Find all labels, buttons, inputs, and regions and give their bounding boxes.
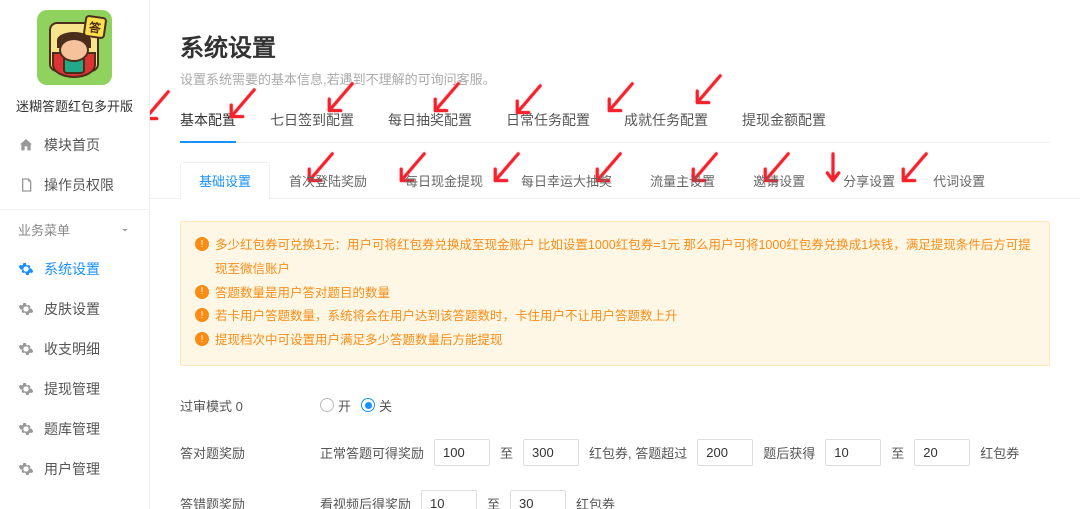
home-icon (18, 137, 34, 153)
biz-menu-label: 业务菜单 (18, 220, 70, 239)
logo-badge: 答 (83, 15, 108, 40)
text-prefix: 正常答题可得奖励 (320, 443, 424, 462)
text-to: 至 (487, 494, 500, 509)
logo-block: 答 迷糊答题红包多开版 (0, 10, 149, 125)
radio-review-on[interactable]: 开 (320, 396, 351, 415)
text-to: 至 (500, 443, 513, 462)
nav-withdraw-manage[interactable]: 提现管理 (0, 369, 149, 409)
app-logo: 答 (37, 10, 112, 85)
arrow-annotation-icon (150, 86, 174, 135)
nav-label: 皮肤设置 (44, 299, 100, 319)
chevron-down-icon (119, 224, 131, 236)
text-after: 题后获得 (763, 443, 815, 462)
tips-box: ! 多少红包券可兑换1元：用户可将红包券兑换成至现金账户 比如设置1000红包券=… (180, 221, 1050, 366)
subtab-pronoun[interactable]: 代词设置 (914, 162, 1004, 199)
subtab-share[interactable]: 分享设置 (824, 162, 914, 199)
subtab-first-login[interactable]: 首次登陆奖励 (270, 162, 386, 199)
nav-label: 收支明细 (44, 339, 100, 359)
radio-review-off[interactable]: 关 (361, 396, 392, 415)
subtab-daily-cash[interactable]: 每日现金提现 (386, 162, 502, 199)
nav-label: 操作员权限 (44, 175, 114, 195)
input-wrong-min[interactable] (421, 490, 477, 509)
label-wrong-reward: 答错题奖励 (180, 494, 320, 509)
sub-tabs: 基础设置 首次登陆奖励 每日现金提现 每日幸运大抽奖 流量主设置 邀请设置 分享… (150, 143, 1080, 199)
subtab-invite[interactable]: 邀请设置 (734, 162, 824, 199)
input-correct-min2[interactable] (825, 439, 881, 466)
nav-label: 用户管理 (44, 459, 100, 479)
biz-menu-header[interactable]: 业务菜单 (0, 209, 149, 249)
input-correct-min[interactable] (434, 439, 490, 466)
info-icon: ! (195, 332, 209, 346)
nav-label: 题库管理 (44, 419, 100, 439)
nav-system-settings[interactable]: 系统设置 (0, 249, 149, 289)
gear-icon (18, 261, 34, 277)
nav-module-home[interactable]: 模块首页 (0, 125, 149, 165)
tip-text: 答题数量是用户答对题目的数量 (215, 282, 390, 306)
tip-text: 多少红包券可兑换1元：用户可将红包券兑换成至现金账户 比如设置1000红包券=1… (215, 234, 1035, 282)
input-correct-threshold[interactable] (697, 439, 753, 466)
top-tabs: 基本配置 七日签到配置 每日抽奖配置 日常任务配置 成就任务配置 提现金额配置 (180, 110, 1050, 143)
tip-text: 若卡用户答题数量，系统将会在用户达到该答题数时，卡住用户不让用户答题数上升 (215, 305, 678, 329)
main: 系统设置 设置系统需要的基本信息,若遇到不理解的可询问客服。 基本配置 七日签到… (150, 0, 1080, 509)
tab-achievement-config[interactable]: 成就任务配置 (624, 110, 708, 142)
input-wrong-max[interactable] (510, 490, 566, 509)
subtab-basic[interactable]: 基础设置 (180, 162, 270, 199)
label-review-mode: 过审模式 0 (180, 396, 320, 415)
label-correct-reward: 答对题奖励 (180, 443, 320, 462)
text-to: 至 (891, 443, 904, 462)
subtab-daily-lucky[interactable]: 每日幸运大抽奖 (502, 162, 631, 199)
tip-text: 提现档次中可设置用户满足多少答题数量后方能提现 (215, 329, 503, 353)
sidebar: 答 迷糊答题红包多开版 模块首页 操作员权限 业务菜单 (0, 0, 150, 509)
tab-basic-config[interactable]: 基本配置 (180, 110, 236, 142)
tab-signin-config[interactable]: 七日签到配置 (270, 110, 354, 142)
text-suffix: 红包券 (576, 494, 615, 509)
input-correct-max2[interactable] (914, 439, 970, 466)
text-prefix: 看视频后得奖励 (320, 494, 411, 509)
gear-icon (18, 381, 34, 397)
tab-daily-task-config[interactable]: 日常任务配置 (506, 110, 590, 142)
text-mid: 红包券, 答题超过 (589, 443, 687, 462)
info-icon: ! (195, 285, 209, 299)
nav-user-manage[interactable]: 用户管理 (0, 449, 149, 489)
nav-question-bank[interactable]: 题库管理 (0, 409, 149, 449)
gear-icon (18, 301, 34, 317)
page-title: 系统设置 (180, 28, 1050, 63)
info-icon: ! (195, 237, 209, 251)
text-suffix: 红包券 (980, 443, 1019, 462)
nav-balance-detail[interactable]: 收支明细 (0, 329, 149, 369)
nav-skin-settings[interactable]: 皮肤设置 (0, 289, 149, 329)
page-subtitle: 设置系统需要的基本信息,若遇到不理解的可询问客服。 (180, 69, 1050, 88)
gear-icon (18, 461, 34, 477)
note-icon (18, 177, 34, 193)
nav-operator-permission[interactable]: 操作员权限 (0, 165, 149, 205)
gear-icon (18, 421, 34, 437)
nav-label: 提现管理 (44, 379, 100, 399)
subtab-traffic[interactable]: 流量主设置 (631, 162, 734, 199)
tab-lottery-config[interactable]: 每日抽奖配置 (388, 110, 472, 142)
gear-icon (18, 341, 34, 357)
app-name: 迷糊答题红包多开版 (15, 96, 134, 115)
nav-label: 系统设置 (44, 259, 100, 279)
tab-withdraw-amount-config[interactable]: 提现金额配置 (742, 110, 826, 142)
info-icon: ! (195, 308, 209, 322)
input-correct-max[interactable] (523, 439, 579, 466)
nav-label: 模块首页 (44, 135, 100, 155)
